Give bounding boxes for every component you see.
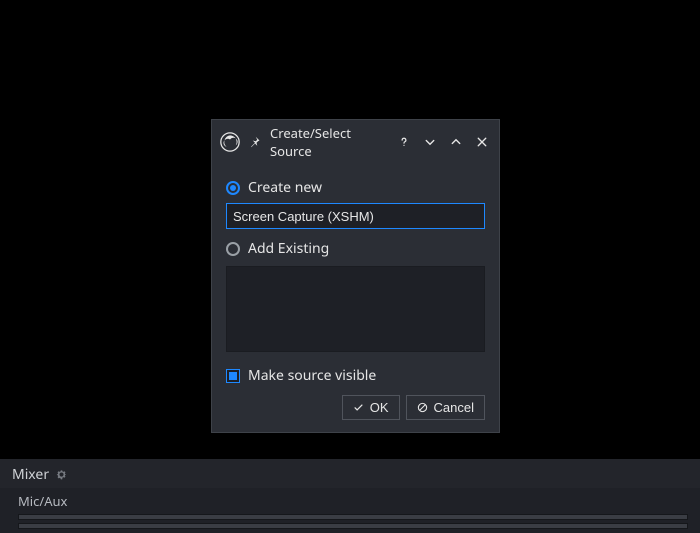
dialog-button-row: OK Cancel: [226, 395, 485, 420]
make-visible-checkbox[interactable]: [226, 369, 240, 383]
dialog-body: Create new Add Existing Make source visi…: [212, 166, 499, 432]
mixer-body: Mic/Aux: [0, 488, 700, 529]
existing-sources-listbox[interactable]: [226, 266, 485, 352]
source-name-input[interactable]: [226, 203, 485, 229]
create-new-radio-row[interactable]: Create new: [226, 174, 485, 201]
cancel-button[interactable]: Cancel: [406, 395, 485, 420]
chevron-down-icon[interactable]: [423, 135, 437, 149]
add-existing-label: Add Existing: [248, 239, 329, 258]
mixer-panel-title: Mixer: [12, 465, 49, 484]
mixer-channel-label: Mic/Aux: [18, 492, 688, 514]
cancel-button-label: Cancel: [434, 400, 474, 415]
create-new-label: Create new: [248, 178, 322, 197]
create-new-radio[interactable]: [226, 181, 240, 195]
obs-app-icon: [220, 132, 240, 152]
create-select-source-dialog: Create/Select Source: [211, 119, 500, 433]
mixer-panel-header: Mixer: [0, 459, 700, 488]
make-visible-row[interactable]: Make source visible: [226, 364, 485, 395]
vu-meter: [18, 523, 688, 529]
pin-icon[interactable]: [248, 135, 262, 149]
titlebar-controls: [397, 135, 489, 149]
dialog-titlebar: Create/Select Source: [212, 120, 499, 166]
close-icon[interactable]: [475, 135, 489, 149]
chevron-up-icon[interactable]: [449, 135, 463, 149]
help-icon[interactable]: [397, 135, 411, 149]
add-existing-radio[interactable]: [226, 242, 240, 256]
add-existing-radio-row[interactable]: Add Existing: [226, 235, 485, 262]
ok-button-label: OK: [370, 400, 389, 415]
make-visible-label: Make source visible: [248, 366, 376, 385]
dialog-title: Create/Select Source: [270, 124, 389, 160]
cancel-slash-icon: [417, 402, 429, 414]
mixer-panel: Mixer Mic/Aux: [0, 458, 700, 533]
check-icon: [353, 402, 365, 414]
vu-meter: [18, 514, 688, 520]
gear-icon[interactable]: [55, 469, 67, 481]
ok-button[interactable]: OK: [342, 395, 400, 420]
